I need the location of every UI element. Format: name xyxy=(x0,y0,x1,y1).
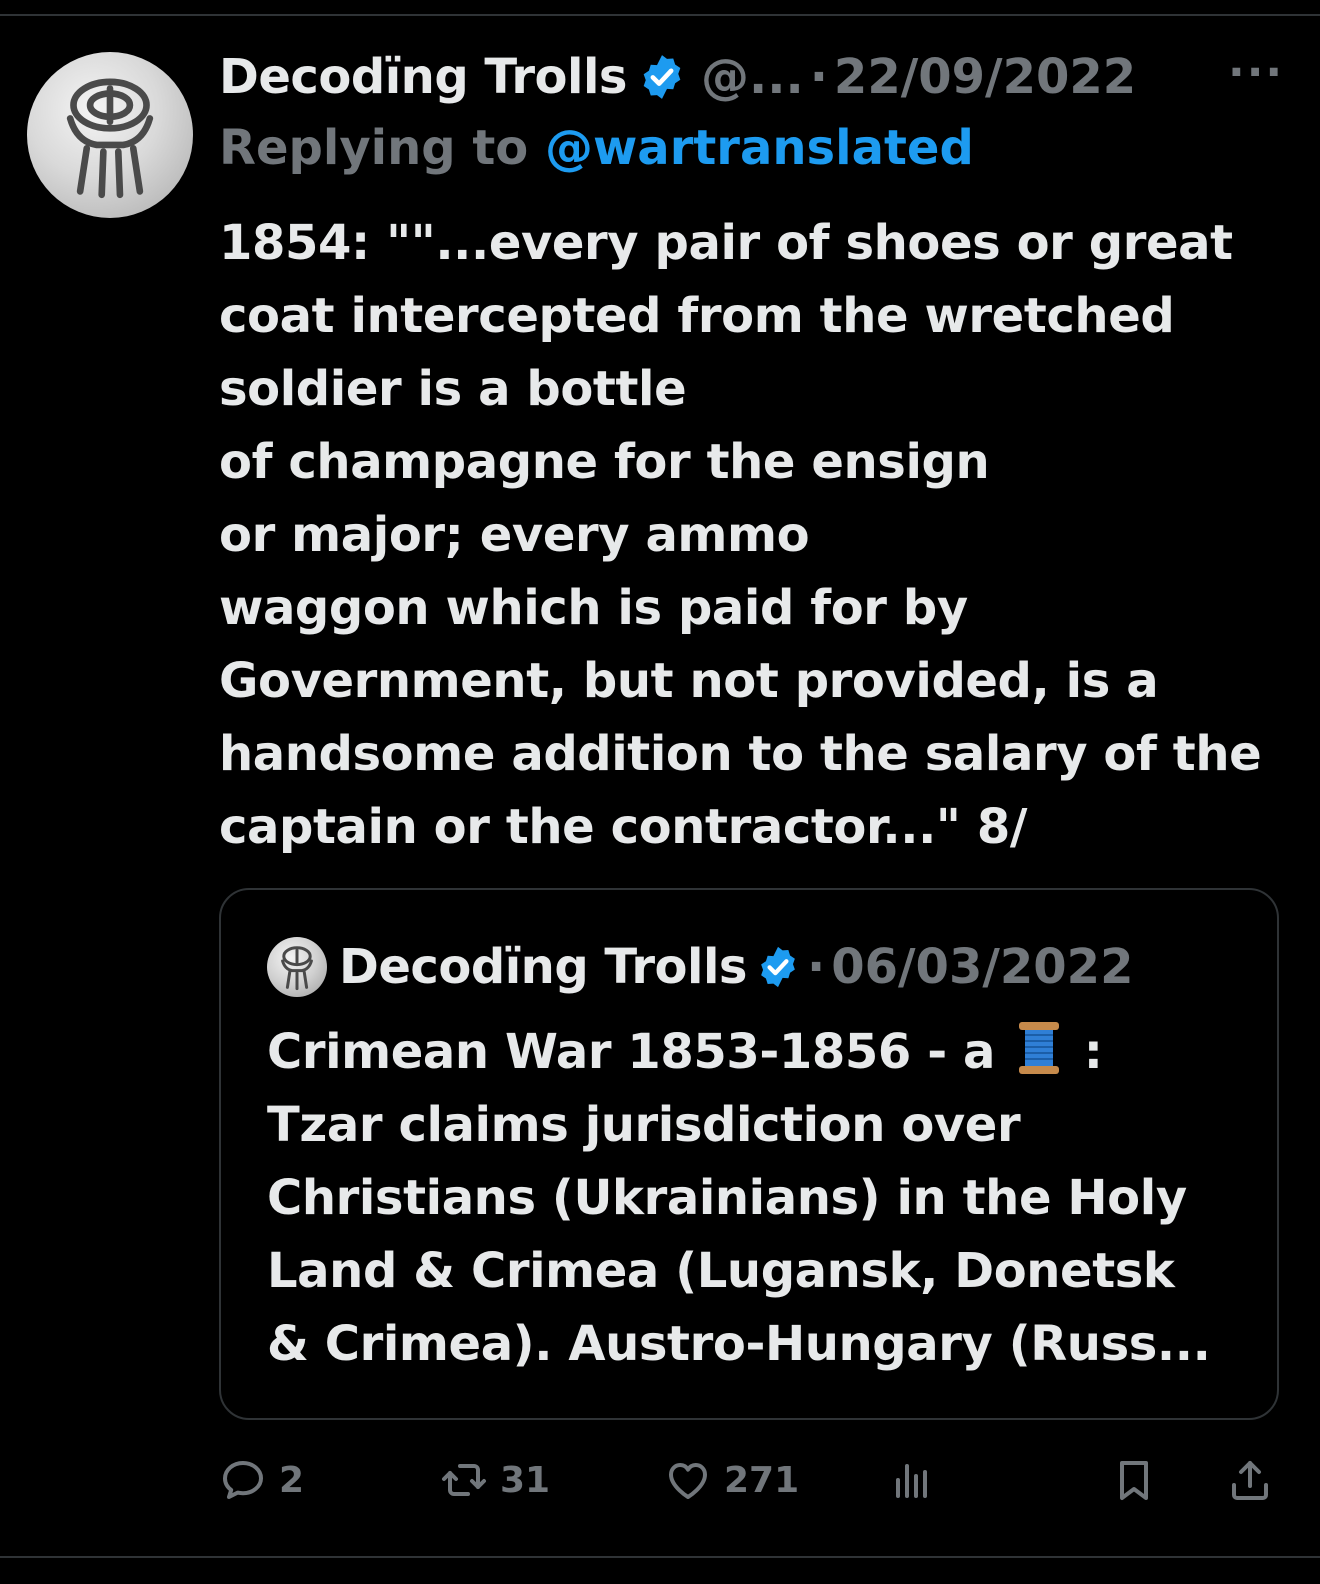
reply-button[interactable]: 2 xyxy=(219,1450,304,1510)
reply-icon xyxy=(223,1461,263,1499)
author-handle[interactable]: @... xyxy=(701,49,804,105)
verified-badge-icon xyxy=(643,55,681,99)
bottom-divider xyxy=(0,1556,1320,1558)
quote-line1-colon: : xyxy=(1083,1024,1103,1080)
retweet-button[interactable]: 31 xyxy=(440,1450,550,1510)
quoted-tweet-card[interactable]: Decodïng Trolls · 06/03/2022 Crimean War… xyxy=(219,888,1279,1420)
tweet-text: 1854: ""...every pair of shoes or great … xyxy=(219,207,1299,864)
quote-text-line: Tzar claims jurisdiction over xyxy=(267,1097,1021,1153)
separator-dot: · xyxy=(809,49,828,105)
tweet-text-line: Government, but not provided, is a xyxy=(219,653,1159,709)
tweet-date[interactable]: 22/09/2022 xyxy=(834,49,1136,105)
bookmark-button[interactable] xyxy=(1110,1450,1158,1510)
tweet-text-line: handsome addition to the salary of the xyxy=(219,726,1262,782)
replying-prefix: Replying to xyxy=(219,120,529,176)
quote-author-name: Decodïng Trolls xyxy=(339,939,747,995)
quote-header: Decodïng Trolls · 06/03/2022 xyxy=(267,932,1133,1002)
spool-of-thread-icon xyxy=(1019,1022,1060,1074)
top-divider xyxy=(0,14,1320,16)
tweet-text-line: captain or the contractor..." 8/ xyxy=(219,799,1027,855)
retweet-count: 31 xyxy=(500,1459,551,1501)
share-button[interactable] xyxy=(1226,1450,1274,1510)
action-bar: 2 31 271 xyxy=(0,1450,1320,1510)
author-name[interactable]: Decodïng Trolls xyxy=(219,49,627,105)
tweet-text-line: soldier is a bottle xyxy=(219,361,687,417)
share-icon xyxy=(1232,1461,1268,1500)
more-options-icon[interactable]: ··· xyxy=(1228,51,1284,95)
tweet-text-line: waggon which is paid for by xyxy=(219,580,968,636)
tweet-text-line: 1854: ""...every pair of shoes or great xyxy=(219,215,1233,271)
replying-to: Replying to @wartranslated xyxy=(219,120,974,176)
views-button[interactable] xyxy=(888,1450,936,1510)
quote-avatar xyxy=(267,937,327,997)
quote-text-line: & Crimea). Austro-Hungary (Russ... xyxy=(267,1316,1211,1372)
tweet-text-line: or major; every ammo xyxy=(219,507,810,563)
quote-text-line: Crimean War 1853-1856 - a : xyxy=(267,1016,1257,1089)
quote-avatar-logo-icon xyxy=(281,946,313,991)
verified-badge-icon xyxy=(761,946,795,988)
bookmark-icon xyxy=(1120,1461,1148,1500)
tweet-header: Decodïng Trolls @... · 22/09/2022 xyxy=(219,42,1136,112)
avatar-logo-icon xyxy=(66,78,154,199)
avatar[interactable] xyxy=(27,52,193,218)
tweet-text-line: coat intercepted from the wretched xyxy=(219,288,1175,344)
quote-text: Crimean War 1853-1856 - a : Tzar claims … xyxy=(267,1016,1257,1381)
like-button[interactable]: 271 xyxy=(664,1450,799,1510)
tweet-text-line: of champagne for the ensign xyxy=(219,434,990,490)
separator-dot: · xyxy=(806,939,826,995)
reply-count: 2 xyxy=(279,1459,305,1501)
quote-date: 06/03/2022 xyxy=(831,939,1134,995)
quote-text-line: Land & Crimea (Lugansk, Donetsk xyxy=(267,1243,1175,1299)
replying-handle-link[interactable]: @wartranslated xyxy=(545,120,974,176)
like-icon xyxy=(669,1463,707,1499)
views-icon xyxy=(896,1464,927,1498)
retweet-icon xyxy=(442,1464,486,1496)
quote-text-line: Christians (Ukrainians) in the Holy xyxy=(267,1170,1187,1226)
like-count: 271 xyxy=(724,1459,800,1501)
quote-line1-text: Crimean War 1853-1856 - a xyxy=(267,1024,996,1080)
